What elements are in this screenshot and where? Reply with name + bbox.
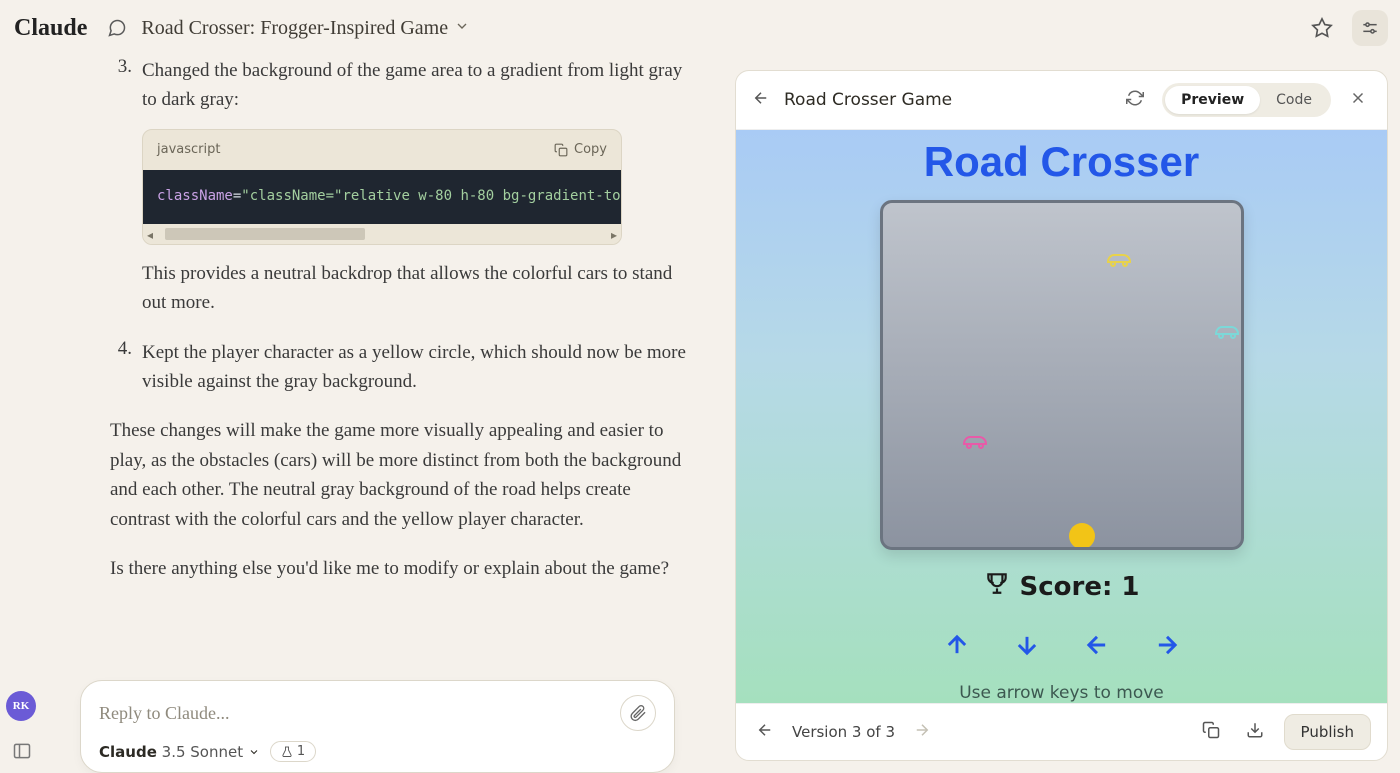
paragraph: Is there anything else you'd like me to …	[110, 554, 695, 583]
back-arrow-icon[interactable]	[752, 89, 770, 111]
composer[interactable]: Reply to Claude... Claude 3.5 Sonnet 1	[80, 680, 675, 773]
conversation-title[interactable]: Road Crosser: Frogger-Inspired Game	[141, 17, 448, 40]
sidebar-toggle-icon[interactable]	[10, 739, 34, 763]
list-item-followup: This provides a neutral backdrop that al…	[142, 259, 695, 318]
car-obstacle	[1213, 321, 1241, 345]
tab-preview[interactable]: Preview	[1165, 86, 1260, 114]
scrollbar-thumb[interactable]	[165, 228, 365, 240]
model-selector[interactable]: Claude 3.5 Sonnet	[99, 743, 260, 761]
user-avatar[interactable]: RK	[6, 691, 36, 721]
chat-content: 3. Changed the background of the game ar…	[0, 56, 735, 604]
car-obstacle	[1105, 249, 1133, 273]
copy-button[interactable]: Copy	[554, 140, 607, 160]
version-next-icon	[909, 717, 935, 747]
tab-code[interactable]: Code	[1260, 86, 1328, 114]
flask-icon	[281, 746, 293, 758]
arrow-up-button[interactable]	[943, 631, 971, 663]
code-content[interactable]: className="className="relative w-80 h-80…	[143, 170, 621, 224]
preview-code-toggle[interactable]: Preview Code	[1162, 83, 1331, 117]
car-obstacle	[961, 431, 989, 455]
code-language-label: javascript	[157, 140, 220, 160]
arrow-left-button[interactable]	[1083, 631, 1111, 663]
artifact-panel: Road Crosser Game Preview Code Road Cros…	[735, 70, 1388, 761]
settings-sliders-icon[interactable]	[1352, 10, 1388, 46]
publish-button[interactable]: Publish	[1284, 714, 1371, 750]
artifact-title: Road Crosser Game	[784, 90, 952, 110]
star-icon[interactable]	[1304, 10, 1340, 46]
version-prev-icon[interactable]	[752, 717, 778, 747]
chat-icon	[105, 16, 129, 40]
composer-input[interactable]: Reply to Claude...	[99, 703, 229, 724]
horizontal-scrollbar[interactable]: ◂ ▸	[143, 224, 621, 244]
list-number: 3.	[110, 56, 132, 318]
list-number: 4.	[110, 338, 132, 397]
chevron-down-icon[interactable]	[454, 18, 470, 39]
copy-artifact-icon[interactable]	[1196, 715, 1226, 749]
player-character	[1069, 523, 1095, 549]
refresh-icon[interactable]	[1122, 85, 1148, 115]
list-item-text: Kept the player character as a yellow ci…	[142, 338, 695, 397]
attachment-count-pill[interactable]: 1	[270, 741, 316, 762]
copy-label: Copy	[574, 140, 607, 160]
game-board[interactable]	[880, 200, 1244, 550]
close-icon[interactable]	[1345, 85, 1371, 115]
game-title: Road Crosser	[924, 138, 1199, 186]
artifact-preview: Road Crosser	[736, 130, 1387, 703]
score-label: Score: 1	[1020, 572, 1140, 602]
paragraph: These changes will make the game more vi…	[110, 416, 695, 534]
code-block: javascript Copy className="className="re…	[142, 129, 622, 245]
version-label: Version 3 of 3	[792, 723, 895, 741]
trophy-icon	[984, 570, 1010, 603]
arrow-down-button[interactable]	[1013, 631, 1041, 663]
list-item-text: Changed the background of the game area …	[142, 60, 682, 110]
attach-button[interactable]	[620, 695, 656, 731]
game-hint: Use arrow keys to move	[959, 683, 1164, 703]
brand-logo[interactable]: Claude	[8, 11, 93, 46]
scroll-right-arrow[interactable]: ▸	[611, 226, 617, 245]
arrow-right-button[interactable]	[1153, 631, 1181, 663]
download-icon[interactable]	[1240, 715, 1270, 749]
scroll-left-arrow[interactable]: ◂	[147, 226, 153, 245]
